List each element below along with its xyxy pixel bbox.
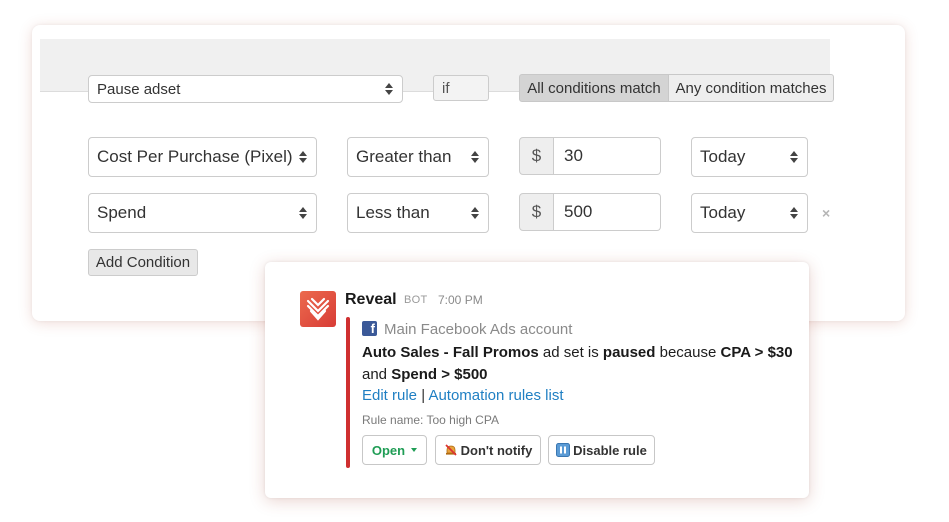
- message-line-1: Auto Sales - Fall Promos ad set is pause…: [362, 344, 793, 361]
- attachment-accent-bar: [346, 317, 350, 468]
- edit-rule-link[interactable]: Edit rule: [362, 387, 417, 404]
- disable-rule-button[interactable]: Disable rule: [548, 435, 655, 465]
- reveal-logo-icon: [300, 291, 336, 327]
- facebook-icon: f: [362, 321, 377, 336]
- open-dropdown-button[interactable]: Open: [362, 435, 427, 465]
- condition-operator-select[interactable]: Less than: [347, 193, 489, 233]
- select-arrows-icon: [790, 207, 798, 219]
- condition-value-input[interactable]: 500: [554, 193, 661, 231]
- pause-icon: [556, 443, 571, 457]
- select-arrows-icon: [299, 207, 307, 219]
- message-text: because: [655, 344, 721, 361]
- disable-rule-label: Disable rule: [573, 442, 647, 458]
- condition-operator-value: Less than: [356, 203, 430, 222]
- caret-down-icon: [411, 448, 418, 452]
- condition-period-select[interactable]: Today: [691, 137, 808, 177]
- match-all-toggle[interactable]: All conditions match: [519, 74, 669, 102]
- condition-metric-select[interactable]: Spend: [88, 193, 317, 233]
- bot-name[interactable]: Reveal: [345, 291, 397, 309]
- adset-name: Auto Sales - Fall Promos: [362, 344, 539, 361]
- currency-addon: $: [519, 193, 554, 231]
- link-separator: |: [421, 387, 426, 404]
- automation-rules-list-link[interactable]: Automation rules list: [428, 387, 563, 404]
- condition-metric-value: Cost Per Purchase (Pixel): [97, 147, 293, 166]
- condition-operator-select[interactable]: Greater than: [347, 137, 489, 177]
- condition-summary: CPA > $30: [720, 344, 793, 361]
- currency-addon: $: [519, 137, 554, 175]
- select-arrows-icon: [385, 83, 393, 95]
- message-text: and: [362, 366, 392, 383]
- condition-summary: Spend > $500: [391, 366, 488, 383]
- if-label: if: [433, 75, 489, 101]
- select-arrows-icon: [471, 207, 479, 219]
- bell-slash-icon: [445, 444, 457, 456]
- action-select[interactable]: Pause adset: [88, 75, 403, 103]
- select-arrows-icon: [299, 151, 307, 163]
- status-text: paused: [602, 344, 656, 361]
- message-line-2: and Spend > $500: [362, 366, 488, 383]
- select-arrows-icon: [790, 151, 798, 163]
- condition-period-value: Today: [700, 203, 746, 222]
- add-condition-button[interactable]: Add Condition: [88, 249, 198, 276]
- condition-metric-select[interactable]: Cost Per Purchase (Pixel): [88, 137, 317, 177]
- message-timestamp: 7:00 PM: [438, 293, 483, 307]
- ad-account-name: Main Facebook Ads account: [384, 321, 573, 338]
- message-text: ad set is: [538, 344, 603, 361]
- condition-value-input[interactable]: 30: [554, 137, 661, 175]
- condition-period-select[interactable]: Today: [691, 193, 808, 233]
- message-links: Edit rule | Automation rules list: [362, 387, 564, 404]
- remove-condition-icon[interactable]: ×: [822, 205, 830, 221]
- condition-metric-value: Spend: [97, 203, 147, 222]
- dont-notify-label: Don't notify: [460, 442, 533, 458]
- condition-period-value: Today: [700, 147, 746, 166]
- match-any-toggle[interactable]: Any condition matches: [668, 74, 834, 102]
- select-arrows-icon: [471, 151, 479, 163]
- bot-badge: BOT: [404, 294, 428, 306]
- open-button-label: Open: [371, 442, 406, 458]
- rule-name-text: Rule name: Too high CPA: [362, 413, 499, 427]
- action-select-value: Pause adset: [97, 80, 181, 98]
- dont-notify-button[interactable]: Don't notify: [435, 435, 541, 465]
- condition-operator-value: Greater than: [356, 147, 452, 166]
